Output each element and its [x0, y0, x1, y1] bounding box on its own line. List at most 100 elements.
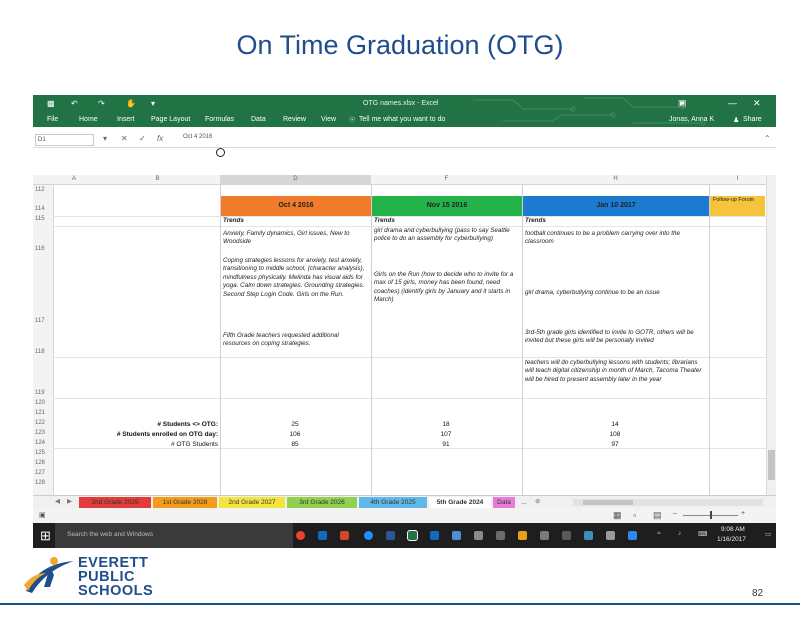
windows-start-icon[interactable]: ⊞: [40, 528, 51, 544]
row-number[interactable]: 114: [33, 206, 55, 212]
trends-label-h[interactable]: Trends: [525, 217, 546, 225]
formula-input[interactable]: Oct 4 2016: [183, 134, 212, 140]
app-icon[interactable]: [496, 531, 505, 540]
taskbar-time[interactable]: 9:08 AM: [721, 526, 745, 533]
name-box[interactable]: D1: [35, 134, 94, 146]
chrome-icon[interactable]: [296, 531, 305, 540]
tab-scroll-right-icon[interactable]: ▶: [67, 497, 72, 505]
sheet-tab[interactable]: Data: [493, 497, 515, 508]
trends-label-f[interactable]: Trends: [374, 217, 395, 225]
keyboard-icon[interactable]: ⌨: [698, 530, 707, 538]
vertical-scrollbar[interactable]: [766, 175, 776, 495]
row-number[interactable]: 119: [33, 390, 55, 396]
powerpoint-icon[interactable]: [340, 531, 349, 540]
menu-review[interactable]: Review: [283, 116, 306, 123]
macro-record-icon[interactable]: ▣: [39, 511, 46, 519]
share-button[interactable]: Share: [743, 116, 762, 123]
column-header-h[interactable]: H: [522, 175, 710, 185]
cancel-icon[interactable]: ✕: [121, 134, 128, 143]
sheet-tab[interactable]: 4th Grade 2025: [359, 497, 427, 508]
network-icon[interactable]: ≈: [657, 530, 661, 537]
trend-note-f-1[interactable]: girl drama and cyberbullying (pass to sa…: [374, 227, 519, 244]
trend-note-d-2[interactable]: Coping strategies lessons for anxiety, t…: [223, 257, 368, 299]
expand-formula-icon[interactable]: ⌃: [764, 134, 771, 143]
row-number[interactable]: 117: [33, 318, 55, 324]
touch-mode-icon[interactable]: ✋: [126, 99, 136, 108]
taskbar-date[interactable]: 1/16/2017: [717, 536, 746, 543]
function-icon[interactable]: fx: [157, 134, 163, 143]
zoom-in-icon[interactable]: +: [741, 510, 745, 517]
app-icon[interactable]: [540, 531, 549, 540]
menu-data[interactable]: Data: [251, 116, 266, 123]
summary-value[interactable]: 107: [416, 431, 476, 438]
summary-label-otg-students[interactable]: # OTG Students: [98, 441, 218, 448]
column-header-f[interactable]: F: [371, 175, 523, 185]
app-icon[interactable]: [452, 531, 461, 540]
trend-note-d-3[interactable]: Fifth Grade teachers requested additiona…: [223, 332, 368, 349]
tab-scroll-left-icon[interactable]: ◀: [55, 497, 60, 505]
date-cell-oct[interactable]: Oct 4 2016: [221, 196, 371, 216]
minimize-icon[interactable]: —: [728, 98, 737, 108]
taskbar-search[interactable]: Search the web and Windows: [55, 523, 293, 548]
row-number[interactable]: 125: [33, 450, 55, 456]
enter-icon[interactable]: ✓: [139, 134, 146, 143]
row-number[interactable]: 128: [33, 480, 55, 486]
trend-note-h-3[interactable]: 3rd-5th grade girls identified to invite…: [525, 329, 707, 346]
taskbar-search-input[interactable]: Search the web and Windows: [67, 531, 153, 538]
column-header-d[interactable]: D: [220, 175, 372, 185]
row-number[interactable]: 126: [33, 460, 55, 466]
edge-icon[interactable]: [364, 531, 373, 540]
row-number[interactable]: 118: [33, 349, 55, 355]
menu-formulas[interactable]: Formulas: [205, 116, 234, 123]
normal-view-icon[interactable]: ▦: [613, 510, 622, 521]
menu-file[interactable]: File: [47, 116, 58, 123]
volume-icon[interactable]: ♪: [678, 530, 681, 537]
row-number[interactable]: 122: [33, 420, 55, 426]
sheet-tab[interactable]: 2nd Grade 2027: [219, 497, 285, 508]
summary-value[interactable]: 106: [265, 431, 325, 438]
outlook-icon-2[interactable]: [430, 531, 439, 540]
trend-note-h-4[interactable]: teachers will do cyberbullying lessons w…: [525, 359, 707, 384]
save-icon[interactable]: ▩: [47, 99, 55, 108]
zoom-out-icon[interactable]: –: [673, 510, 677, 517]
menu-page-layout[interactable]: Page Layout: [151, 116, 190, 123]
vertical-scroll-thumb[interactable]: [768, 450, 775, 480]
outlook-icon[interactable]: [318, 531, 327, 540]
menu-view[interactable]: View: [321, 116, 336, 123]
summary-value[interactable]: 97: [585, 441, 645, 448]
row-number[interactable]: 127: [33, 470, 55, 476]
notifications-icon[interactable]: ▭: [765, 530, 771, 538]
add-sheet-icon[interactable]: ⊕: [535, 497, 540, 505]
customize-qat-icon[interactable]: ▾: [151, 99, 155, 108]
summary-value[interactable]: 14: [585, 421, 645, 428]
trend-note-d-1[interactable]: Anxiety, Family dynamics, Girl issues, N…: [223, 230, 368, 247]
row-number[interactable]: 115: [33, 216, 55, 222]
page-break-view-icon[interactable]: ▤: [653, 510, 662, 521]
excel-icon[interactable]: [407, 530, 418, 541]
app-icon[interactable]: [562, 531, 571, 540]
trend-note-h-2[interactable]: girl drama, cyberbullying continue to be…: [525, 289, 707, 297]
menu-home[interactable]: Home: [79, 116, 98, 123]
column-header-b[interactable]: B: [95, 175, 221, 185]
column-header-i[interactable]: I: [709, 175, 767, 185]
horizontal-scroll-thumb[interactable]: [583, 500, 633, 505]
summary-value[interactable]: 91: [416, 441, 476, 448]
trend-note-h-1[interactable]: football continues to be a problem carry…: [525, 230, 707, 247]
trend-note-f-2[interactable]: Girls on the Run (how to decide who to i…: [374, 271, 519, 305]
row-number[interactable]: 116: [33, 246, 55, 252]
row-number[interactable]: 123: [33, 430, 55, 436]
name-box-dropdown-icon[interactable]: ▾: [103, 134, 107, 143]
date-cell-nov[interactable]: Nov 15 2016: [372, 196, 522, 216]
sheet-tab[interactable]: 2nd Grade 2029: [79, 497, 151, 508]
summary-value[interactable]: 85: [265, 441, 325, 448]
summary-label-enrolled[interactable]: # Students enrolled on OTG day:: [98, 431, 218, 438]
tell-me-search[interactable]: Tell me what you want to do: [359, 116, 445, 123]
zoom-slider-handle[interactable]: [710, 511, 712, 519]
date-cell-follow-up[interactable]: Follow-up Forum: [710, 196, 765, 216]
column-header-a[interactable]: A: [53, 175, 96, 185]
redo-icon[interactable]: ↷: [98, 99, 105, 108]
summary-value[interactable]: 18: [416, 421, 476, 428]
word-icon[interactable]: [386, 531, 395, 540]
app-icon[interactable]: [584, 531, 593, 540]
row-number[interactable]: 121: [33, 410, 55, 416]
